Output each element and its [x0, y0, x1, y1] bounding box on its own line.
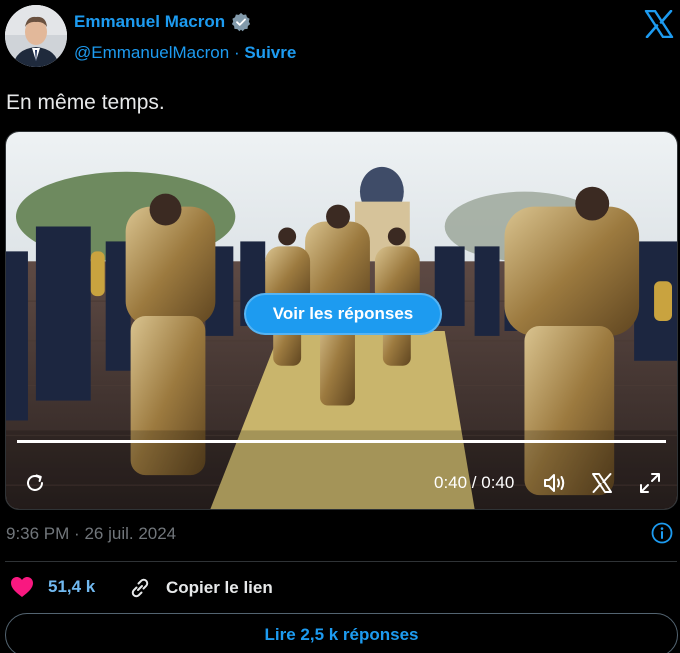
follow-button[interactable]: Suivre — [244, 43, 296, 62]
author-handle[interactable]: @EmmanuelMacron — [74, 43, 229, 62]
handle-row: @EmmanuelMacron · Suivre — [74, 43, 296, 63]
x-share-icon[interactable] — [588, 468, 616, 498]
volume-icon[interactable] — [540, 468, 570, 498]
copy-link-button[interactable]: Copier le lien — [128, 576, 273, 600]
video-progress-fill — [17, 440, 666, 443]
handle-separator: · — [233, 43, 240, 62]
tweet-timestamp[interactable]: 9:36 PM · 26 juil. 2024 — [6, 524, 176, 544]
divider — [5, 561, 677, 562]
info-icon[interactable] — [651, 522, 673, 544]
like-count: 51,4 k — [48, 577, 96, 596]
author-name[interactable]: Emmanuel Macron — [74, 12, 225, 32]
timestamp-separator: · — [74, 524, 80, 543]
like-button[interactable]: 51,4 k — [10, 576, 95, 598]
tweet-time: 9:36 PM — [6, 524, 70, 543]
fullscreen-icon[interactable] — [636, 468, 664, 498]
copy-link-label: Copier le lien — [166, 578, 273, 597]
tweet-text: En même temps. — [6, 91, 165, 114]
see-replies-button[interactable]: Voir les réponses — [244, 293, 442, 335]
link-icon — [131, 578, 149, 598]
tweet-date: 26 juil. 2024 — [84, 524, 177, 543]
avatar[interactable] — [5, 5, 67, 67]
video-progress-bar[interactable] — [17, 440, 666, 443]
verified-badge-icon — [232, 12, 251, 32]
video-time: 0:40 / 0:40 — [434, 473, 515, 492]
video-player[interactable]: Voir les réponses 0:40 / 0:40 — [5, 131, 678, 510]
replay-icon[interactable] — [20, 468, 50, 498]
x-logo-icon[interactable] — [644, 10, 674, 38]
read-replies-button[interactable]: Lire 2,5 k réponses — [5, 613, 678, 653]
tweet-header: Emmanuel Macron @EmmanuelMacron · Suivre — [0, 0, 680, 80]
heart-icon — [11, 577, 33, 597]
